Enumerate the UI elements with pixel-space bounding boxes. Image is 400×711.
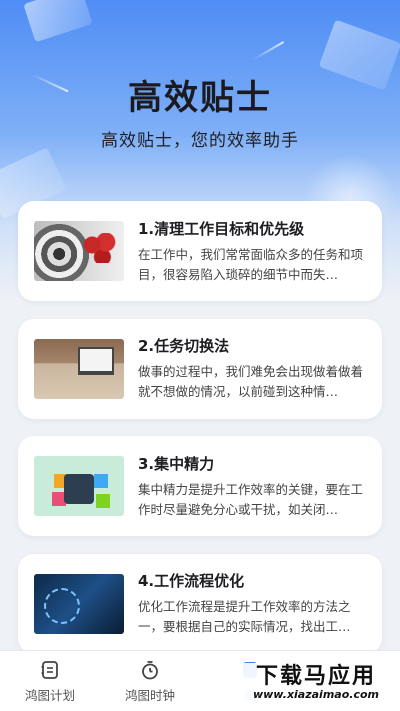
tip-description: 集中精力是提升工作效率的关键，要在工作时尽量避免分心或干扰，如关闭… bbox=[138, 481, 364, 517]
tip-card[interactable]: 3.集中精力 集中精力是提升工作效率的关键，要在工作时尽量避免分心或干扰，如关闭… bbox=[18, 436, 382, 536]
watermark-logo: 下载马应用 www.xiazaimao.com bbox=[236, 663, 396, 703]
stopwatch-icon bbox=[139, 659, 161, 681]
multitask-illustration-image bbox=[34, 456, 124, 516]
darts-target-image bbox=[34, 221, 124, 281]
flying-book-decoration bbox=[23, 0, 93, 43]
tip-description: 在工作中，我们常常面临众多的任务和项目，很容易陷入琐碎的细节中而失… bbox=[138, 246, 364, 282]
tip-card[interactable]: 1.清理工作目标和优先级 在工作中，我们常常面临众多的任务和项目，很容易陷入琐碎… bbox=[18, 201, 382, 301]
tip-title: 4.工作流程优化 bbox=[138, 572, 245, 590]
tip-title: 3.集中精力 bbox=[138, 454, 215, 473]
tip-title: 2.任务切换法 bbox=[138, 337, 230, 355]
tab-plan-label: 鸿图计划 bbox=[24, 687, 75, 703]
tips-list: 1.清理工作目标和优先级 在工作中，我们常常面临众多的任务和项目，很容易陷入琐碎… bbox=[18, 201, 382, 671]
page-title: 高效贴士 bbox=[128, 78, 272, 118]
laptop-desk-image bbox=[34, 338, 124, 399]
tab-plan[interactable]: 鸿图计划 bbox=[0, 651, 100, 711]
page-subtitle: 高效贴士，您的效率助手 bbox=[101, 131, 299, 151]
watermark-cn-text: 下载马应用 bbox=[255, 663, 376, 689]
tip-card[interactable]: 2.任务切换法 做事的过程中，我们难免会出现做着做着就不想做的情况，以前碰到这种… bbox=[18, 318, 382, 419]
tip-description: 做事的过程中，我们难免会出现做着做着就不想做的情况，以前碰到这种情… bbox=[138, 364, 364, 399]
tab-clock[interactable]: 鸿图时钟 bbox=[100, 651, 200, 711]
business-network-image bbox=[34, 573, 124, 634]
tip-title: 1.清理工作目标和优先级 bbox=[138, 219, 305, 238]
tip-card[interactable]: 4.工作流程优化 优化工作流程是提升工作效率的方法之一，要根据自己的实际情况，找… bbox=[18, 553, 382, 654]
tip-description: 优化工作流程是提升工作效率的方法之一，要根据自己的实际情况，找出工… bbox=[138, 599, 351, 634]
plan-document-icon bbox=[39, 659, 61, 681]
watermark-url-text: www.xiazaimao.com bbox=[252, 687, 379, 701]
tab-clock-label: 鸿图时钟 bbox=[124, 687, 175, 703]
light-streak-decoration bbox=[251, 41, 285, 61]
